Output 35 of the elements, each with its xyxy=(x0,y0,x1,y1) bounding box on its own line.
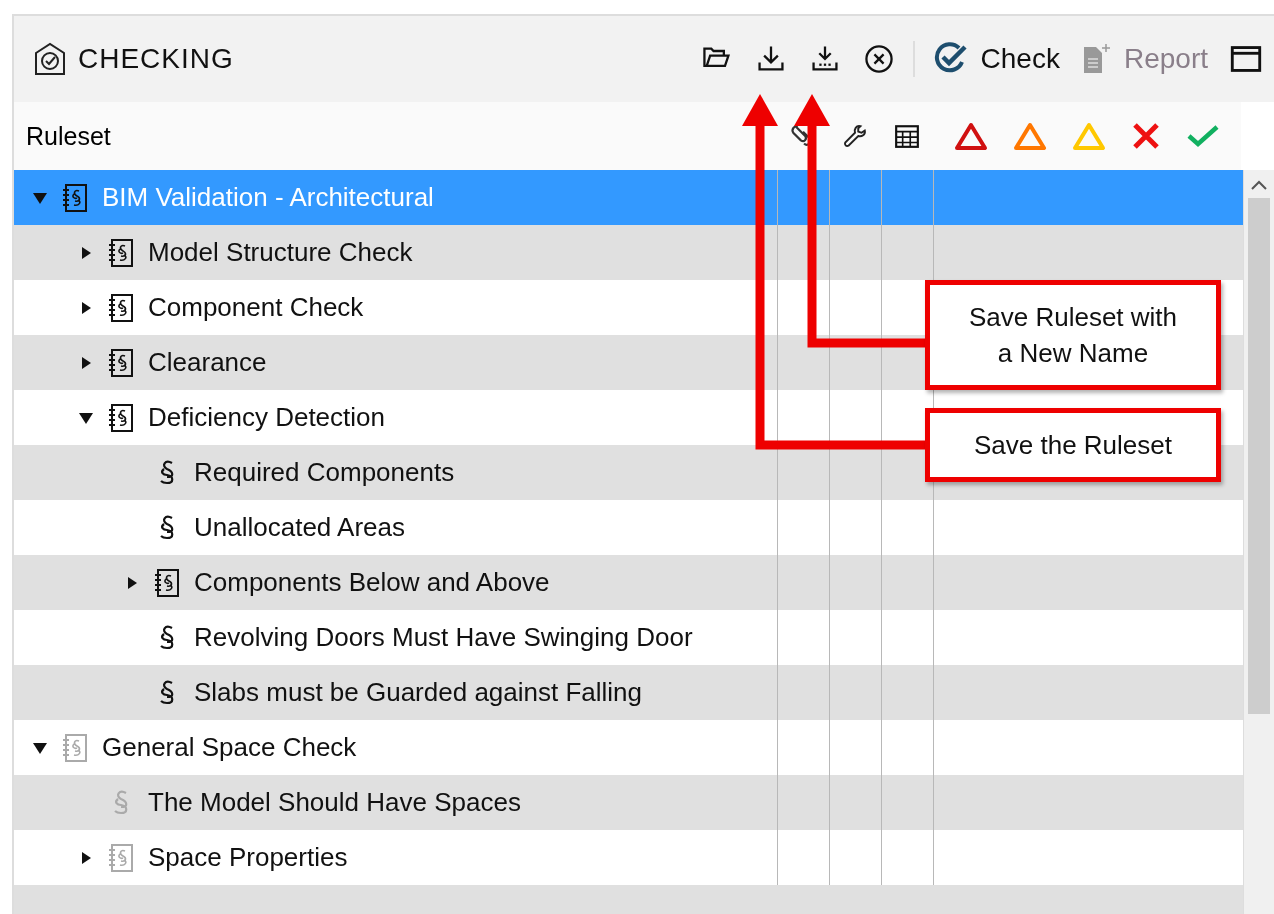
warning-triangle-icon xyxy=(1071,121,1106,151)
tree-row[interactable]: Slabs must be Guarded against Falling xyxy=(14,665,1243,720)
tree-label: Deficiency Detection xyxy=(148,402,385,433)
tree-label: Clearance xyxy=(148,347,267,378)
document-plus-icon xyxy=(1081,43,1112,75)
check-button[interactable]: Check xyxy=(932,42,1060,76)
tree-row[interactable]: Components Below and Above xyxy=(14,555,1243,610)
tree-label: Component Check xyxy=(148,292,364,323)
tree-label: Required Components xyxy=(194,457,455,488)
callout-tooltip: Save the Ruleset xyxy=(925,408,1221,482)
panel-title: CHECKING xyxy=(78,43,234,75)
tree-label: General Space Check xyxy=(102,732,357,763)
tree-label: The Model Should Have Spaces xyxy=(148,787,521,818)
tree-label: BIM Validation - Architectural xyxy=(102,182,434,213)
warning-triangle-icon xyxy=(953,121,988,151)
cancel-icon[interactable] xyxy=(862,43,895,75)
column-header: Ruleset xyxy=(26,121,111,151)
checkmark-icon xyxy=(1186,123,1221,149)
tree-row[interactable]: The Model Should Have Spaces xyxy=(14,775,1243,830)
table-icon xyxy=(894,123,920,149)
tree-label: Unallocated Areas xyxy=(194,512,406,543)
scroll-up-icon[interactable] xyxy=(1249,178,1269,192)
callout-tooltip: Save Ruleset with a New Name xyxy=(925,280,1221,390)
window-icon[interactable] xyxy=(1230,43,1262,75)
tree-label: Components Below and Above xyxy=(194,567,550,598)
scrollbar-thumb[interactable] xyxy=(1248,198,1270,714)
checking-icon xyxy=(32,41,68,77)
tree-row[interactable]: Model Structure Check xyxy=(14,225,1243,280)
wrench-icon xyxy=(842,123,868,149)
tree-label: Space Properties xyxy=(148,842,348,873)
cross-icon xyxy=(1131,121,1162,151)
tree-label: Slabs must be Guarded against Falling xyxy=(194,677,643,708)
tree-label: Model Structure Check xyxy=(148,237,413,268)
warning-triangle-icon xyxy=(1012,121,1047,151)
tree-label: Revolving Doors Must Have Swinging Door xyxy=(194,622,693,653)
